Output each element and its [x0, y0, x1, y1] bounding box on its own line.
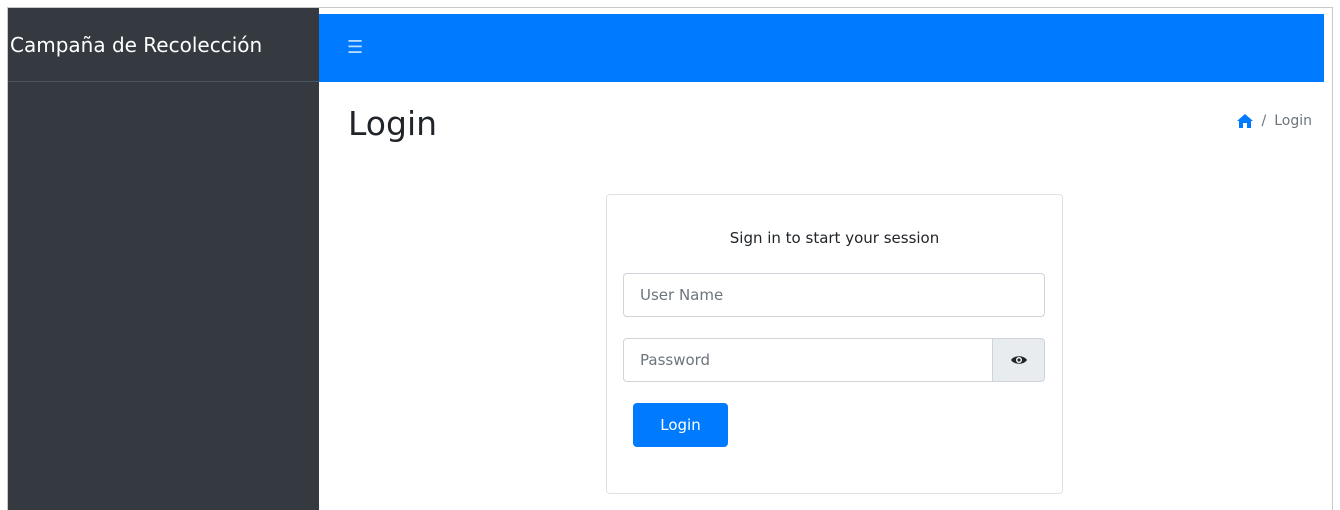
breadcrumb-separator: / [1261, 113, 1267, 129]
page-title: Login [348, 104, 438, 143]
brand-title[interactable]: Campaña de Recolección [8, 8, 319, 82]
home-icon[interactable] [1236, 113, 1254, 129]
top-navbar: ☰ [319, 14, 1324, 82]
login-message: Sign in to start your session [729, 229, 940, 247]
breadcrumb-current: Login [1274, 113, 1312, 129]
password-input[interactable] [623, 338, 993, 382]
eye-icon[interactable] [993, 338, 1045, 382]
login-card: Sign in to start your session Login [606, 194, 1063, 494]
password-group [623, 338, 1045, 382]
login-button[interactable]: Login [633, 403, 728, 447]
breadcrumb: / Login [1236, 113, 1312, 129]
main-content: Login / Login Sign in to start your sess… [319, 82, 1332, 510]
sidebar: Campaña de Recolección [8, 8, 319, 510]
app-frame: Campaña de Recolección ☰ Login / Login S… [7, 7, 1333, 510]
username-input[interactable] [623, 273, 1045, 317]
hamburger-icon[interactable]: ☰ [347, 39, 363, 57]
